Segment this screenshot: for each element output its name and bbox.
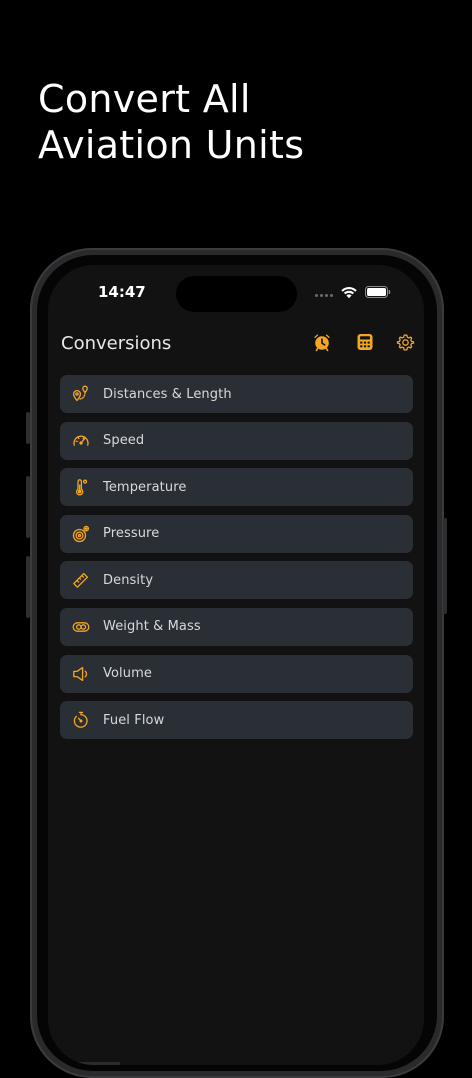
battery-icon: [365, 286, 391, 298]
alarm-clock-icon: [314, 334, 330, 352]
speedometer-icon: [72, 432, 90, 450]
promo-headline: Convert All Aviation Units: [38, 76, 438, 168]
wifi-icon: [341, 287, 357, 299]
app-screen: 14:47 Conversions Distances & Length Spe…: [48, 265, 424, 1065]
conversion-item-label: Weight & Mass: [103, 619, 201, 635]
conversion-item-label: Pressure: [103, 526, 160, 542]
conversion-item-fuel-flow[interactable]: Fuel Flow: [60, 701, 413, 740]
ruler-icon: [72, 571, 90, 589]
conversion-item-density[interactable]: Density: [60, 561, 413, 600]
phone-volume-up-button: [26, 476, 30, 538]
conversion-item-label: Distances & Length: [103, 386, 232, 402]
alarm-clock-button[interactable]: [311, 331, 333, 353]
page-title: Conversions: [61, 333, 172, 354]
promo-headline-line2: Aviation Units: [38, 123, 305, 167]
calculator-icon: [357, 334, 373, 350]
cellular-dots-icon: [315, 294, 333, 297]
conversion-item-speed[interactable]: Speed: [60, 421, 413, 460]
pressure-gauge-icon: [72, 525, 90, 543]
tab-bar-edge: [48, 1062, 120, 1065]
conversion-item-pressure[interactable]: Pressure: [60, 514, 413, 553]
speaker-volume-icon: [72, 665, 90, 683]
conversion-item-label: Temperature: [103, 479, 187, 495]
conversion-item-distances[interactable]: Distances & Length: [60, 375, 413, 413]
route-pin-icon: [72, 385, 90, 403]
stopwatch-icon: [72, 711, 90, 729]
conversion-item-volume[interactable]: Volume: [60, 654, 413, 693]
promo-headline-line1: Convert All: [38, 77, 251, 121]
calculator-button[interactable]: [354, 331, 376, 353]
conversion-item-label: Fuel Flow: [103, 712, 165, 728]
status-time: 14:47: [98, 283, 146, 301]
weight-coins-icon: [72, 618, 90, 636]
dynamic-island: [176, 276, 297, 312]
conversion-item-temperature[interactable]: Temperature: [60, 468, 413, 507]
conversion-item-label: Speed: [103, 433, 145, 449]
conversion-item-label: Density: [103, 572, 154, 588]
conversion-item-weight[interactable]: Weight & Mass: [60, 607, 413, 646]
phone-action-button: [26, 412, 30, 444]
phone-power-button: [443, 518, 447, 614]
conversion-list: Distances & Length Speed Temperature Pre…: [60, 375, 413, 748]
phone-volume-down-button: [26, 556, 30, 618]
settings-button[interactable]: [394, 331, 416, 353]
thermometer-icon: [72, 478, 90, 496]
gear-icon: [396, 333, 414, 351]
conversion-item-label: Volume: [103, 666, 152, 682]
